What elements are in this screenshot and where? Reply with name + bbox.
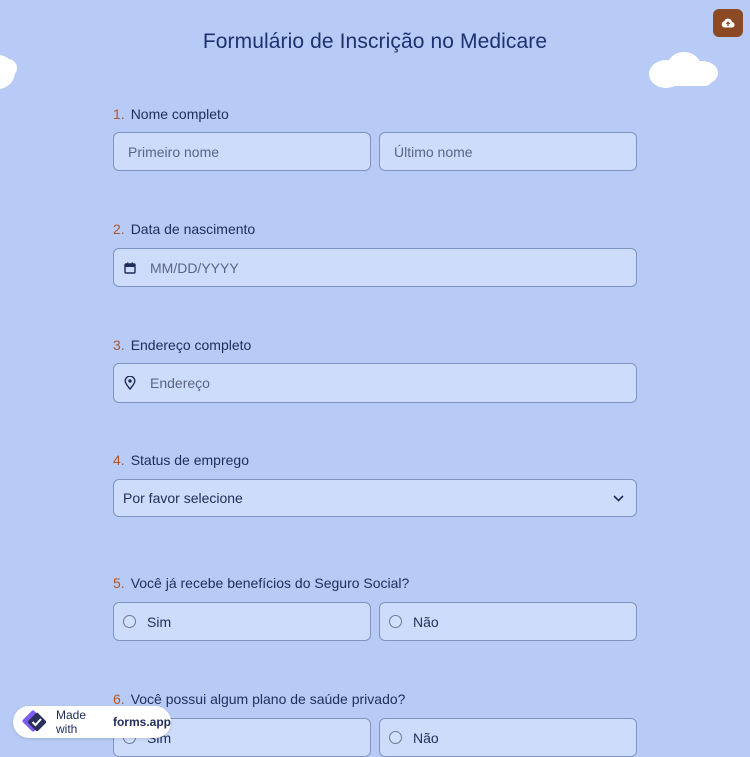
question-label-employment: 4. Status de emprego [113, 452, 249, 468]
radio-circle[interactable] [389, 615, 402, 628]
save-progress-button[interactable] [713, 9, 743, 37]
question-text: Data de nascimento [130, 221, 256, 237]
made-with-badge[interactable]: Made with forms.app [13, 706, 171, 738]
cloud-right-decoration [649, 52, 718, 88]
badge-prefix: Made with [56, 708, 87, 736]
social-security-option-nao[interactable]: Não [379, 602, 637, 641]
cloud-left-decoration [0, 55, 17, 89]
page-title: Formulário de Inscrição no Medicare [202, 30, 548, 53]
radio-circle[interactable] [123, 615, 136, 628]
question-text: Nome completo [130, 106, 229, 122]
question-text: Você já recebe benefícios do Seguro Soci… [130, 575, 410, 591]
option-label: Não [413, 613, 439, 630]
chevron-down-icon [613, 494, 624, 502]
last-name-input[interactable]: Último nome [379, 132, 637, 171]
question-text: Você possui algum plano de saúde privado… [130, 691, 406, 707]
question-label-birth-date: 2. Data de nascimento [113, 221, 255, 237]
question-text: Endereço completo [130, 337, 252, 353]
first-name-placeholder: Primeiro nome [128, 143, 220, 160]
map-pin-icon [124, 376, 136, 390]
cloud-upload-icon [721, 18, 735, 28]
option-label: Não [413, 729, 439, 746]
question-number: 3. [113, 337, 125, 353]
badge-brand: forms.app [112, 715, 171, 729]
employment-status-select[interactable]: Por favor selecione [113, 479, 637, 517]
social-security-option-sim[interactable]: Sim [113, 602, 371, 641]
last-name-placeholder: Último nome [394, 143, 473, 160]
question-label-private-plan: 6. Você possui algum plano de saúde priva… [113, 691, 405, 707]
birth-date-placeholder: MM/DD/YYYY [150, 259, 239, 276]
employment-status-selected: Por favor selecione [123, 490, 243, 506]
calendar-icon [124, 262, 136, 274]
option-label: Sim [147, 613, 172, 630]
question-number: 4. [113, 452, 125, 468]
address-input[interactable]: Endereço [113, 363, 637, 403]
radio-circle[interactable] [389, 731, 402, 744]
private-plan-option-nao[interactable]: Não [379, 718, 637, 757]
question-number: 2. [113, 221, 125, 237]
question-label-full-name: 1. Nome completo [113, 106, 229, 122]
first-name-input[interactable]: Primeiro nome [113, 132, 371, 171]
address-placeholder: Endereço [150, 375, 210, 391]
forms-app-logo-icon [20, 710, 50, 734]
question-number: 6. [113, 691, 125, 707]
question-number: 1. [113, 106, 125, 122]
question-text: Status de emprego [130, 452, 249, 468]
birth-date-input[interactable]: MM/DD/YYYY [113, 248, 637, 287]
question-label-social-security: 5. Você já recebe benefícios do Seguro So… [113, 575, 409, 591]
question-number: 5. [113, 575, 125, 591]
question-label-address: 3. Endereço completo [113, 337, 251, 353]
